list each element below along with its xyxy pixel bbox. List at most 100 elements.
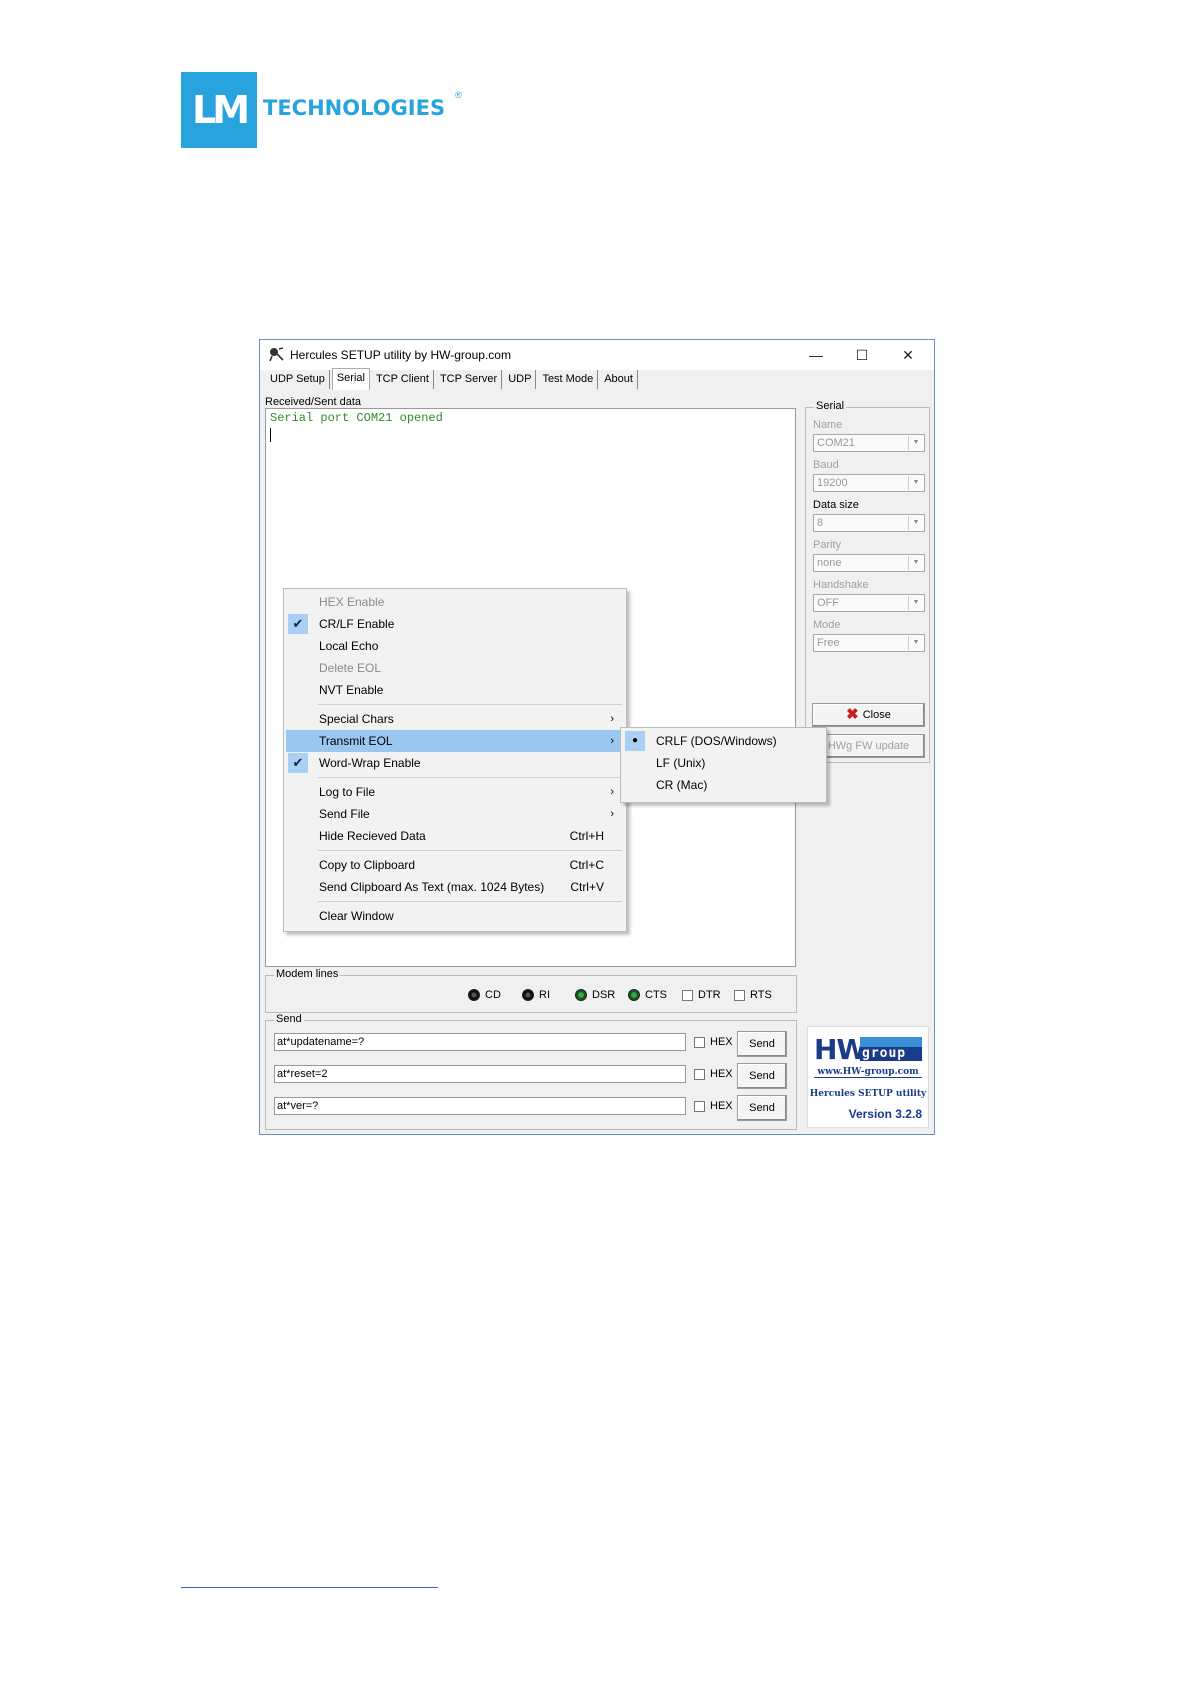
hw-url: www.HW-group.com xyxy=(814,1067,922,1078)
close-window-button[interactable]: ✕ xyxy=(888,344,928,366)
menu-item-label: Send Clipboard As Text (max. 1024 Bytes) xyxy=(319,880,545,894)
logo-mark: LM xyxy=(181,72,257,148)
cd-label: CD xyxy=(485,989,501,1001)
title-bar[interactable]: Hercules SETUP utility by HW-group.com —… xyxy=(260,340,934,370)
menu-item-send-file[interactable]: Send File › xyxy=(286,803,624,825)
serial-group: Serial Name COM21 ▼ Baud 19200 ▼ Data size… xyxy=(805,400,930,763)
cd-led xyxy=(468,989,480,1001)
handshake-value: OFF xyxy=(817,597,839,609)
tab-serial[interactable]: Serial xyxy=(331,368,370,390)
maximize-button[interactable]: ☐ xyxy=(842,344,882,366)
cts-led xyxy=(628,989,640,1001)
send-input-1[interactable]: at*updatename=? xyxy=(274,1033,686,1051)
hwgroup-logo[interactable]: HW group www.HW-group.com Hercules SETUP… xyxy=(807,1026,929,1128)
chevron-down-icon: ▼ xyxy=(908,636,923,650)
menu-item-copy-clipboard[interactable]: Copy to Clipboard Ctrl+C xyxy=(286,854,624,876)
chevron-right-icon: › xyxy=(610,735,614,747)
hex-checkbox-1[interactable] xyxy=(694,1037,705,1048)
menu-item-label: Clear Window xyxy=(319,909,394,923)
transmit-eol-submenu: ● CRLF (DOS/Windows) LF (Unix) CR (Mac) xyxy=(620,727,827,803)
chevron-right-icon: › xyxy=(610,808,614,820)
hex-checkbox-3[interactable] xyxy=(694,1101,705,1112)
menu-item-transmit-eol[interactable]: Transmit EOL › xyxy=(286,730,624,752)
hex-checkbox-2[interactable] xyxy=(694,1069,705,1080)
menu-item-log-to-file[interactable]: Log to File › xyxy=(286,781,624,803)
radio-bullet-icon: ● xyxy=(625,731,645,751)
serial-group-title: Serial xyxy=(814,400,847,412)
hw-group-text: group xyxy=(862,1046,907,1061)
send-button-3[interactable]: Send xyxy=(737,1095,787,1121)
menu-item-label: Log to File xyxy=(319,785,376,799)
menu-item-special-chars[interactable]: Special Chars › xyxy=(286,708,624,730)
shortcut-label: Ctrl+H xyxy=(569,829,604,843)
tab-tcp-client[interactable]: TCP Client xyxy=(372,370,434,389)
menu-item-clear-window[interactable]: Clear Window xyxy=(286,905,624,927)
hex-label-3: HEX xyxy=(710,1100,733,1112)
fw-update-button[interactable]: HWg FW update xyxy=(812,734,925,758)
shortcut-label: Ctrl+C xyxy=(569,858,604,872)
menu-item-crlf-enable[interactable]: ✔ CR/LF Enable xyxy=(286,613,624,635)
send-button-1[interactable]: Send xyxy=(737,1031,787,1057)
menu-item-label: NVT Enable xyxy=(319,683,384,697)
dtr-checkbox[interactable] xyxy=(682,990,693,1001)
tab-test-mode[interactable]: Test Mode xyxy=(538,370,599,389)
chevron-down-icon: ▼ xyxy=(908,436,923,450)
menu-item-send-clipboard[interactable]: Send Clipboard As Text (max. 1024 Bytes)… xyxy=(286,876,624,898)
port-name-value: COM21 xyxy=(817,437,855,449)
baud-select[interactable]: 19200 ▼ xyxy=(813,474,925,492)
close-port-label: Close xyxy=(862,709,891,721)
menu-separator xyxy=(318,850,622,851)
tab-udp[interactable]: UDP xyxy=(504,370,537,389)
send-input-3[interactable]: at*ver=? xyxy=(274,1097,686,1115)
tab-tcp-server[interactable]: TCP Server xyxy=(436,370,503,389)
hercules-icon xyxy=(269,347,284,362)
tab-udp-setup[interactable]: UDP Setup xyxy=(266,370,330,389)
received-line: Serial port COM21 opened xyxy=(270,411,443,425)
version-label: Version 3.2.8 xyxy=(848,1107,922,1121)
context-menu: HEX Enable ✔ CR/LF Enable Local Echo Dele… xyxy=(283,588,627,932)
handshake-select[interactable]: OFF ▼ xyxy=(813,594,925,612)
rts-checkbox[interactable] xyxy=(734,990,745,1001)
text-caret xyxy=(270,428,271,442)
datasize-select[interactable]: 8 ▼ xyxy=(813,514,925,532)
send-button-2[interactable]: Send xyxy=(737,1063,787,1089)
menu-item-label: Transmit EOL xyxy=(319,734,393,748)
baud-value: 19200 xyxy=(817,477,848,489)
submenu-item-lf[interactable]: LF (Unix) xyxy=(623,752,824,774)
port-name-select[interactable]: COM21 ▼ xyxy=(813,434,925,452)
rts-label: RTS xyxy=(750,989,772,1001)
logo-text: TECHNOLOGIES xyxy=(263,96,446,120)
menu-item-hide-received[interactable]: Hide Recieved Data Ctrl+H xyxy=(286,825,624,847)
menu-item-nvt-enable[interactable]: NVT Enable xyxy=(286,679,624,701)
window-title: Hercules SETUP utility by HW-group.com xyxy=(290,348,511,362)
tab-bar: UDP Setup Serial TCP Client TCP Server U… xyxy=(266,368,640,390)
submenu-item-cr[interactable]: CR (Mac) xyxy=(623,774,824,796)
hex-label-2: HEX xyxy=(710,1068,733,1080)
menu-item-label: Send File xyxy=(319,807,370,821)
menu-separator xyxy=(318,704,622,705)
ri-led xyxy=(522,989,534,1001)
menu-item-word-wrap[interactable]: ✔ Word-Wrap Enable xyxy=(286,752,624,774)
shortcut-label: Ctrl+V xyxy=(570,880,604,894)
menu-item-delete-eol[interactable]: Delete EOL xyxy=(286,657,624,679)
menu-item-hex-enable[interactable]: HEX Enable xyxy=(286,591,624,613)
checkmark-icon: ✔ xyxy=(288,614,308,634)
dtr-label: DTR xyxy=(698,989,721,1001)
cts-label: CTS xyxy=(645,989,667,1001)
datasize-label: Data size xyxy=(813,499,859,511)
close-port-button[interactable]: ✖ Close xyxy=(812,703,925,727)
menu-item-label: Delete EOL xyxy=(319,661,382,675)
chevron-down-icon: ▼ xyxy=(908,556,923,570)
menu-item-local-echo[interactable]: Local Echo xyxy=(286,635,624,657)
tab-about[interactable]: About xyxy=(600,370,638,389)
submenu-item-crlf[interactable]: ● CRLF (DOS/Windows) xyxy=(623,730,824,752)
submenu-item-label: CR (Mac) xyxy=(656,778,708,792)
footer-divider xyxy=(181,1587,438,1588)
minimize-button[interactable]: — xyxy=(796,344,836,366)
chevron-down-icon: ▼ xyxy=(908,476,923,490)
mode-select[interactable]: Free ▼ xyxy=(813,634,925,652)
parity-select[interactable]: none ▼ xyxy=(813,554,925,572)
send-input-2[interactable]: at*reset=2 xyxy=(274,1065,686,1083)
mode-value: Free xyxy=(817,637,840,649)
menu-item-label: Local Echo xyxy=(319,639,379,653)
